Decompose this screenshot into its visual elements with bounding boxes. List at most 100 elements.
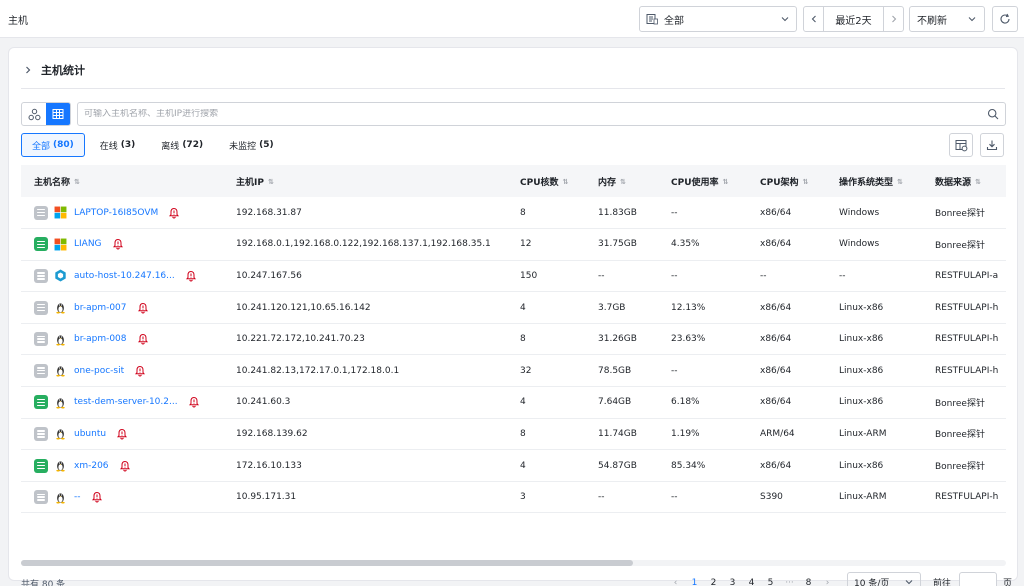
tab-all[interactable]: 全部 (80): [21, 133, 85, 157]
alarm-bell-icon[interactable]: [119, 460, 131, 472]
next-page-button[interactable]: ›: [818, 578, 837, 586]
alarm-bell-icon[interactable]: [91, 491, 103, 503]
column-header-os-type[interactable]: 操作系统类型 ⇅: [826, 165, 922, 197]
host-name-link[interactable]: --: [74, 492, 81, 502]
host-name-link[interactable]: br-apm-007: [74, 303, 127, 313]
page-ellipsis[interactable]: ···: [780, 578, 799, 586]
linux-icon: [54, 427, 67, 440]
table-row[interactable]: auto-host-10.247.16... 10.247.167.56 150 --…: [21, 260, 1006, 293]
table-row[interactable]: xm-206 172.16.10.133 4 54.87GB 85.34% x86/64 L…: [21, 449, 1006, 482]
cell-cpu-arch: x86/64: [747, 228, 826, 261]
card-header[interactable]: 主机统计: [24, 62, 85, 78]
host-name-link[interactable]: br-apm-008: [74, 334, 127, 344]
pagination: 共有 80 条 ‹ 1 2 3 4 5 ··· 8 › 10 条/页 前往 页: [21, 572, 1012, 586]
alarm-bell-icon[interactable]: [137, 333, 149, 345]
host-table-body: LAPTOP-16I85OVM 192.168.31.87 8 11.83GB -- x8…: [21, 197, 1006, 514]
hexagon-icon: [54, 269, 67, 282]
column-settings-button[interactable]: [949, 133, 973, 157]
table-row[interactable]: br-apm-008 10.221.72.172,10.241.70.23 8 31.…: [21, 323, 1006, 356]
goto-page-input[interactable]: [959, 572, 997, 586]
cell-cpu-arch: ARM/64: [747, 418, 826, 451]
cell-cpu-arch: x86/64: [747, 449, 826, 482]
time-range-value[interactable]: 最近2天: [824, 12, 883, 27]
cell-host-name: LAPTOP-16I85OVM: [21, 197, 223, 230]
status-icon: [34, 268, 48, 283]
status-icon: [34, 395, 48, 410]
table-row[interactable]: ubuntu 192.168.139.62 8 11.74GB 1.19% ARM/64 L…: [21, 418, 1006, 451]
table-row[interactable]: br-apm-007 10.241.120.121,10.65.16.142 4 3.…: [21, 291, 1006, 324]
table-row[interactable]: LIANG 192.168.0.1,192.168.0.122,192.168.1…: [21, 228, 1006, 261]
tab-unmonitored[interactable]: 未监控 (5): [218, 133, 285, 157]
table-view-button[interactable]: [46, 103, 70, 125]
prev-page-button[interactable]: ‹: [666, 578, 685, 586]
table-row[interactable]: test-dem-server-10.2... 10.241.60.3 4 7.64G…: [21, 386, 1006, 419]
host-name-link[interactable]: xm-206: [74, 461, 109, 471]
table-row[interactable]: -- 10.95.171.31 3 -- -- S390 Linux-ARM RESTFULA…: [21, 481, 1006, 514]
column-header-host-ip[interactable]: 主机IP ⇅: [223, 165, 507, 197]
alarm-bell-icon[interactable]: [116, 428, 128, 440]
windows-icon: [54, 206, 67, 219]
cell-cpu-cores: 4: [507, 291, 585, 324]
tab-offline[interactable]: 离线 (72): [150, 133, 214, 157]
column-header-cpu-cores[interactable]: CPU核数 ⇅: [507, 165, 585, 197]
column-header-host-name[interactable]: 主机名称 ⇅: [21, 165, 223, 197]
host-name-link[interactable]: LIANG: [74, 239, 102, 249]
alarm-bell-icon[interactable]: [168, 207, 180, 219]
card-title: 主机统计: [41, 64, 85, 77]
alarm-bell-icon[interactable]: [137, 302, 149, 314]
host-name-link[interactable]: test-dem-server-10.2...: [74, 397, 178, 407]
host-search-input[interactable]: [84, 109, 987, 119]
cell-data-source: Bonree探针: [922, 197, 1006, 230]
page-number[interactable]: 8: [799, 578, 818, 586]
column-header-memory[interactable]: 内存 ⇅: [585, 165, 658, 197]
cell-host-name: br-apm-008: [21, 323, 223, 356]
cell-host-ip: 192.168.31.87: [223, 197, 507, 230]
page-number[interactable]: 2: [704, 578, 723, 586]
linux-icon: [54, 301, 67, 314]
host-name-link[interactable]: one-poc-sit: [74, 366, 124, 376]
cell-host-ip: 10.247.167.56: [223, 260, 507, 293]
search-icon[interactable]: [987, 108, 999, 120]
cell-host-ip: 10.95.171.31: [223, 481, 507, 514]
cell-host-name: one-poc-sit: [21, 354, 223, 388]
alarm-bell-icon[interactable]: [134, 365, 146, 377]
sort-icon: ⇅: [74, 178, 80, 186]
page-number[interactable]: 3: [723, 578, 742, 586]
alarm-bell-icon[interactable]: [112, 238, 124, 250]
cell-host-name: ubuntu: [21, 418, 223, 451]
host-name-link[interactable]: ubuntu: [74, 429, 106, 439]
refresh-interval-select[interactable]: 不刷新: [909, 6, 985, 32]
linux-icon: [54, 491, 67, 504]
cell-data-source: RESTFULAPI-a: [922, 260, 1006, 293]
time-next-button[interactable]: [883, 7, 903, 31]
page-size-select[interactable]: 10 条/页: [847, 572, 921, 586]
table-row[interactable]: one-poc-sit 10.241.82.13,172.17.0.1,172.1…: [21, 354, 1006, 388]
reload-button[interactable]: [992, 6, 1018, 32]
divider: [21, 88, 1005, 89]
alarm-bell-icon[interactable]: [188, 396, 200, 408]
page-number[interactable]: 1: [685, 578, 704, 586]
export-button[interactable]: [980, 133, 1004, 157]
scope-select[interactable]: 全部: [639, 6, 797, 32]
tab-online[interactable]: 在线 (3): [89, 133, 147, 157]
cell-cpu-arch: x86/64: [747, 197, 826, 230]
horizontal-scrollbar[interactable]: [21, 560, 1006, 566]
page-number[interactable]: 4: [742, 578, 761, 586]
total-count: 共有 80 条: [21, 580, 66, 586]
time-prev-button[interactable]: [804, 7, 824, 31]
cell-memory: --: [585, 481, 658, 514]
cell-data-source: Bonree探针: [922, 386, 1006, 419]
page-number[interactable]: 5: [761, 578, 780, 586]
table-row[interactable]: LAPTOP-16I85OVM 192.168.31.87 8 11.83GB -- x8…: [21, 197, 1006, 230]
column-header-cpu-usage[interactable]: CPU使用率 ⇅: [658, 165, 747, 197]
alarm-bell-icon[interactable]: [185, 270, 197, 282]
topology-view-button[interactable]: [22, 103, 46, 125]
scope-select-value: 全部: [664, 15, 684, 27]
cell-cpu-arch: x86/64: [747, 291, 826, 324]
host-name-link[interactable]: auto-host-10.247.16...: [74, 271, 175, 281]
host-name-link[interactable]: LAPTOP-16I85OVM: [74, 208, 158, 218]
column-header-cpu-arch[interactable]: CPU架构 ⇅: [747, 165, 826, 197]
column-header-data-source[interactable]: 数据来源 ⇅: [922, 165, 1006, 197]
cell-cpu-usage: 12.13%: [658, 291, 747, 324]
scrollbar-thumb[interactable]: [21, 560, 633, 566]
